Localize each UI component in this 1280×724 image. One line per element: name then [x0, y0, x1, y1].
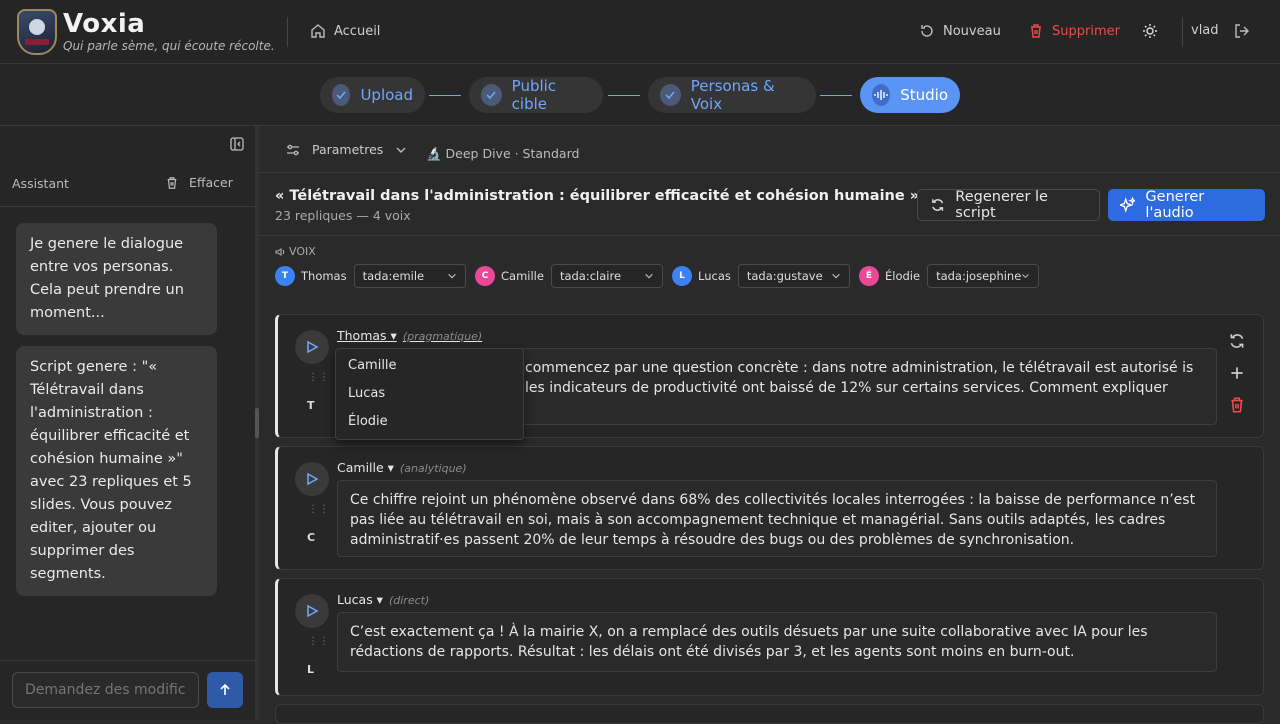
step-public-cible[interactable]: Public cible: [469, 77, 603, 113]
assistant-message: Script genere : "« Télétravail dans l'ad…: [16, 346, 217, 596]
segment-text[interactable]: C’est exactement ça ! À la mairie X, on …: [337, 612, 1217, 672]
check-icon: [660, 84, 681, 106]
assistant-title: Assistant: [12, 176, 69, 191]
trash-icon: [167, 176, 177, 189]
generate-audio-button[interactable]: Generer l'audio: [1108, 189, 1265, 221]
voice-row-camille: C Camille tada:claire: [475, 264, 663, 288]
sidebar-collapse-icon: [230, 137, 244, 151]
avatar: É: [859, 266, 879, 286]
speaker-initial: L: [307, 663, 315, 676]
arrow-up-icon: [220, 683, 230, 695]
add-segment-button[interactable]: [1228, 364, 1246, 382]
speaker-option-elodie[interactable]: Élodie: [336, 408, 523, 436]
step-studio[interactable]: Studio: [860, 77, 960, 113]
step-upload[interactable]: Upload: [320, 77, 425, 113]
voices-section-label: VOIX: [275, 245, 316, 258]
play-icon: [307, 340, 319, 354]
brand-name: Voxia: [63, 9, 146, 39]
speaker-option-lucas[interactable]: Lucas: [336, 380, 523, 408]
speaker-select[interactable]: Thomas ▾ (pragmatique): [337, 328, 482, 343]
play-button[interactable]: [295, 594, 329, 628]
script-segment: ⋮⋮ C Camille ▾ (analytique) Ce chiffre re…: [275, 446, 1264, 570]
sliders-icon: [287, 144, 299, 155]
trash-icon: [1031, 24, 1041, 38]
waveform-icon: [872, 84, 891, 106]
plus-icon: [1231, 367, 1243, 379]
avatar: C: [475, 266, 495, 286]
assistant-message: Je genere le dialogue entre vos personas…: [16, 223, 217, 335]
chevron-down-icon: [1022, 274, 1029, 279]
play-icon: [307, 472, 319, 486]
trash-icon: [1231, 397, 1243, 413]
send-button[interactable]: [207, 672, 243, 708]
home-icon: [311, 24, 325, 38]
script-segment: ⋮⋮ L Lucas ▾ (direct) C’est exactement ça…: [275, 578, 1264, 696]
speaker-icon: [275, 247, 285, 256]
sparkles-icon: [1120, 197, 1136, 213]
chevron-down-icon: [645, 273, 653, 279]
voice-select-thomas[interactable]: tada:emile: [353, 264, 466, 288]
segment-text[interactable]: Ce chiffre rejoint un phénomène observé …: [337, 480, 1217, 557]
script-subtitle: 23 repliques — 4 voix: [275, 208, 411, 223]
script-segment: [275, 704, 1264, 724]
script-title: « Télétravail dans l'administration : éq…: [275, 188, 920, 204]
regenerate-segment-button[interactable]: [1228, 332, 1246, 350]
new-button[interactable]: Nouveau: [919, 23, 1001, 39]
chevron-down-icon: [447, 273, 456, 279]
delete-segment-button[interactable]: [1228, 396, 1246, 414]
check-icon: [481, 84, 502, 106]
voice-select-lucas[interactable]: tada:gustave: [737, 264, 850, 288]
app-header: Voxia Qui parle sème, qui écoute récolte…: [0, 0, 1280, 64]
check-icon: [332, 84, 351, 106]
speaker-initial: T: [307, 399, 315, 412]
speaker-select[interactable]: Camille ▾ (analytique): [337, 460, 467, 475]
parameters-toggle[interactable]: Parametres: [286, 142, 407, 157]
workflow-stepper: Upload Public cible Personas & Voix Stud…: [0, 64, 1280, 126]
mode-label: 🔬 Deep Dive · Standard: [426, 146, 580, 161]
assistant-input[interactable]: [12, 672, 199, 708]
voxia-logo: [17, 9, 57, 55]
refresh-icon: [921, 25, 933, 37]
clear-chat-button[interactable]: Effacer: [165, 175, 233, 190]
play-button[interactable]: [295, 330, 329, 364]
avatar: L: [672, 266, 692, 286]
speaker-option-camille[interactable]: Camille: [336, 352, 523, 380]
logout-icon: [1235, 24, 1249, 38]
chevron-down-icon: [832, 273, 840, 279]
voice-row-lucas: L Lucas tada:gustave: [672, 264, 850, 288]
step-personas-voix[interactable]: Personas & Voix: [648, 77, 816, 113]
voice-row-elodie: É Élodie tada:josephine: [859, 264, 1040, 288]
voice-select-camille[interactable]: tada:claire: [550, 264, 663, 288]
logout-button[interactable]: [1234, 23, 1250, 39]
regenerate-script-button[interactable]: Regenerer le script: [917, 189, 1100, 221]
speaker-dropdown-menu: Camille Lucas Élodie: [335, 348, 524, 440]
speaker-initial: C: [307, 531, 316, 544]
drag-handle-icon[interactable]: ⋮⋮: [308, 637, 330, 647]
collapse-panel-button[interactable]: [230, 137, 244, 155]
sun-icon: [1143, 24, 1157, 38]
chevron-down-icon: [396, 147, 406, 153]
play-button[interactable]: [295, 462, 329, 496]
voice-select-elodie[interactable]: tada:josephine: [927, 264, 1040, 288]
theme-toggle[interactable]: [1142, 23, 1158, 39]
refresh-icon: [1230, 334, 1244, 348]
home-button[interactable]: Accueil: [310, 23, 380, 39]
voice-row-thomas: T Thomas tada:emile: [275, 264, 466, 288]
avatar: T: [275, 266, 295, 286]
refresh-icon: [932, 199, 944, 211]
play-icon: [307, 604, 319, 618]
user-name: vlad: [1191, 23, 1219, 38]
brand-tagline: Qui parle sème, qui écoute récolte.: [63, 39, 275, 53]
drag-handle-icon[interactable]: ⋮⋮: [308, 373, 330, 383]
delete-button[interactable]: Supprimer: [1028, 23, 1120, 39]
speaker-select[interactable]: Lucas ▾ (direct): [337, 592, 429, 607]
drag-handle-icon[interactable]: ⋮⋮: [308, 505, 330, 515]
